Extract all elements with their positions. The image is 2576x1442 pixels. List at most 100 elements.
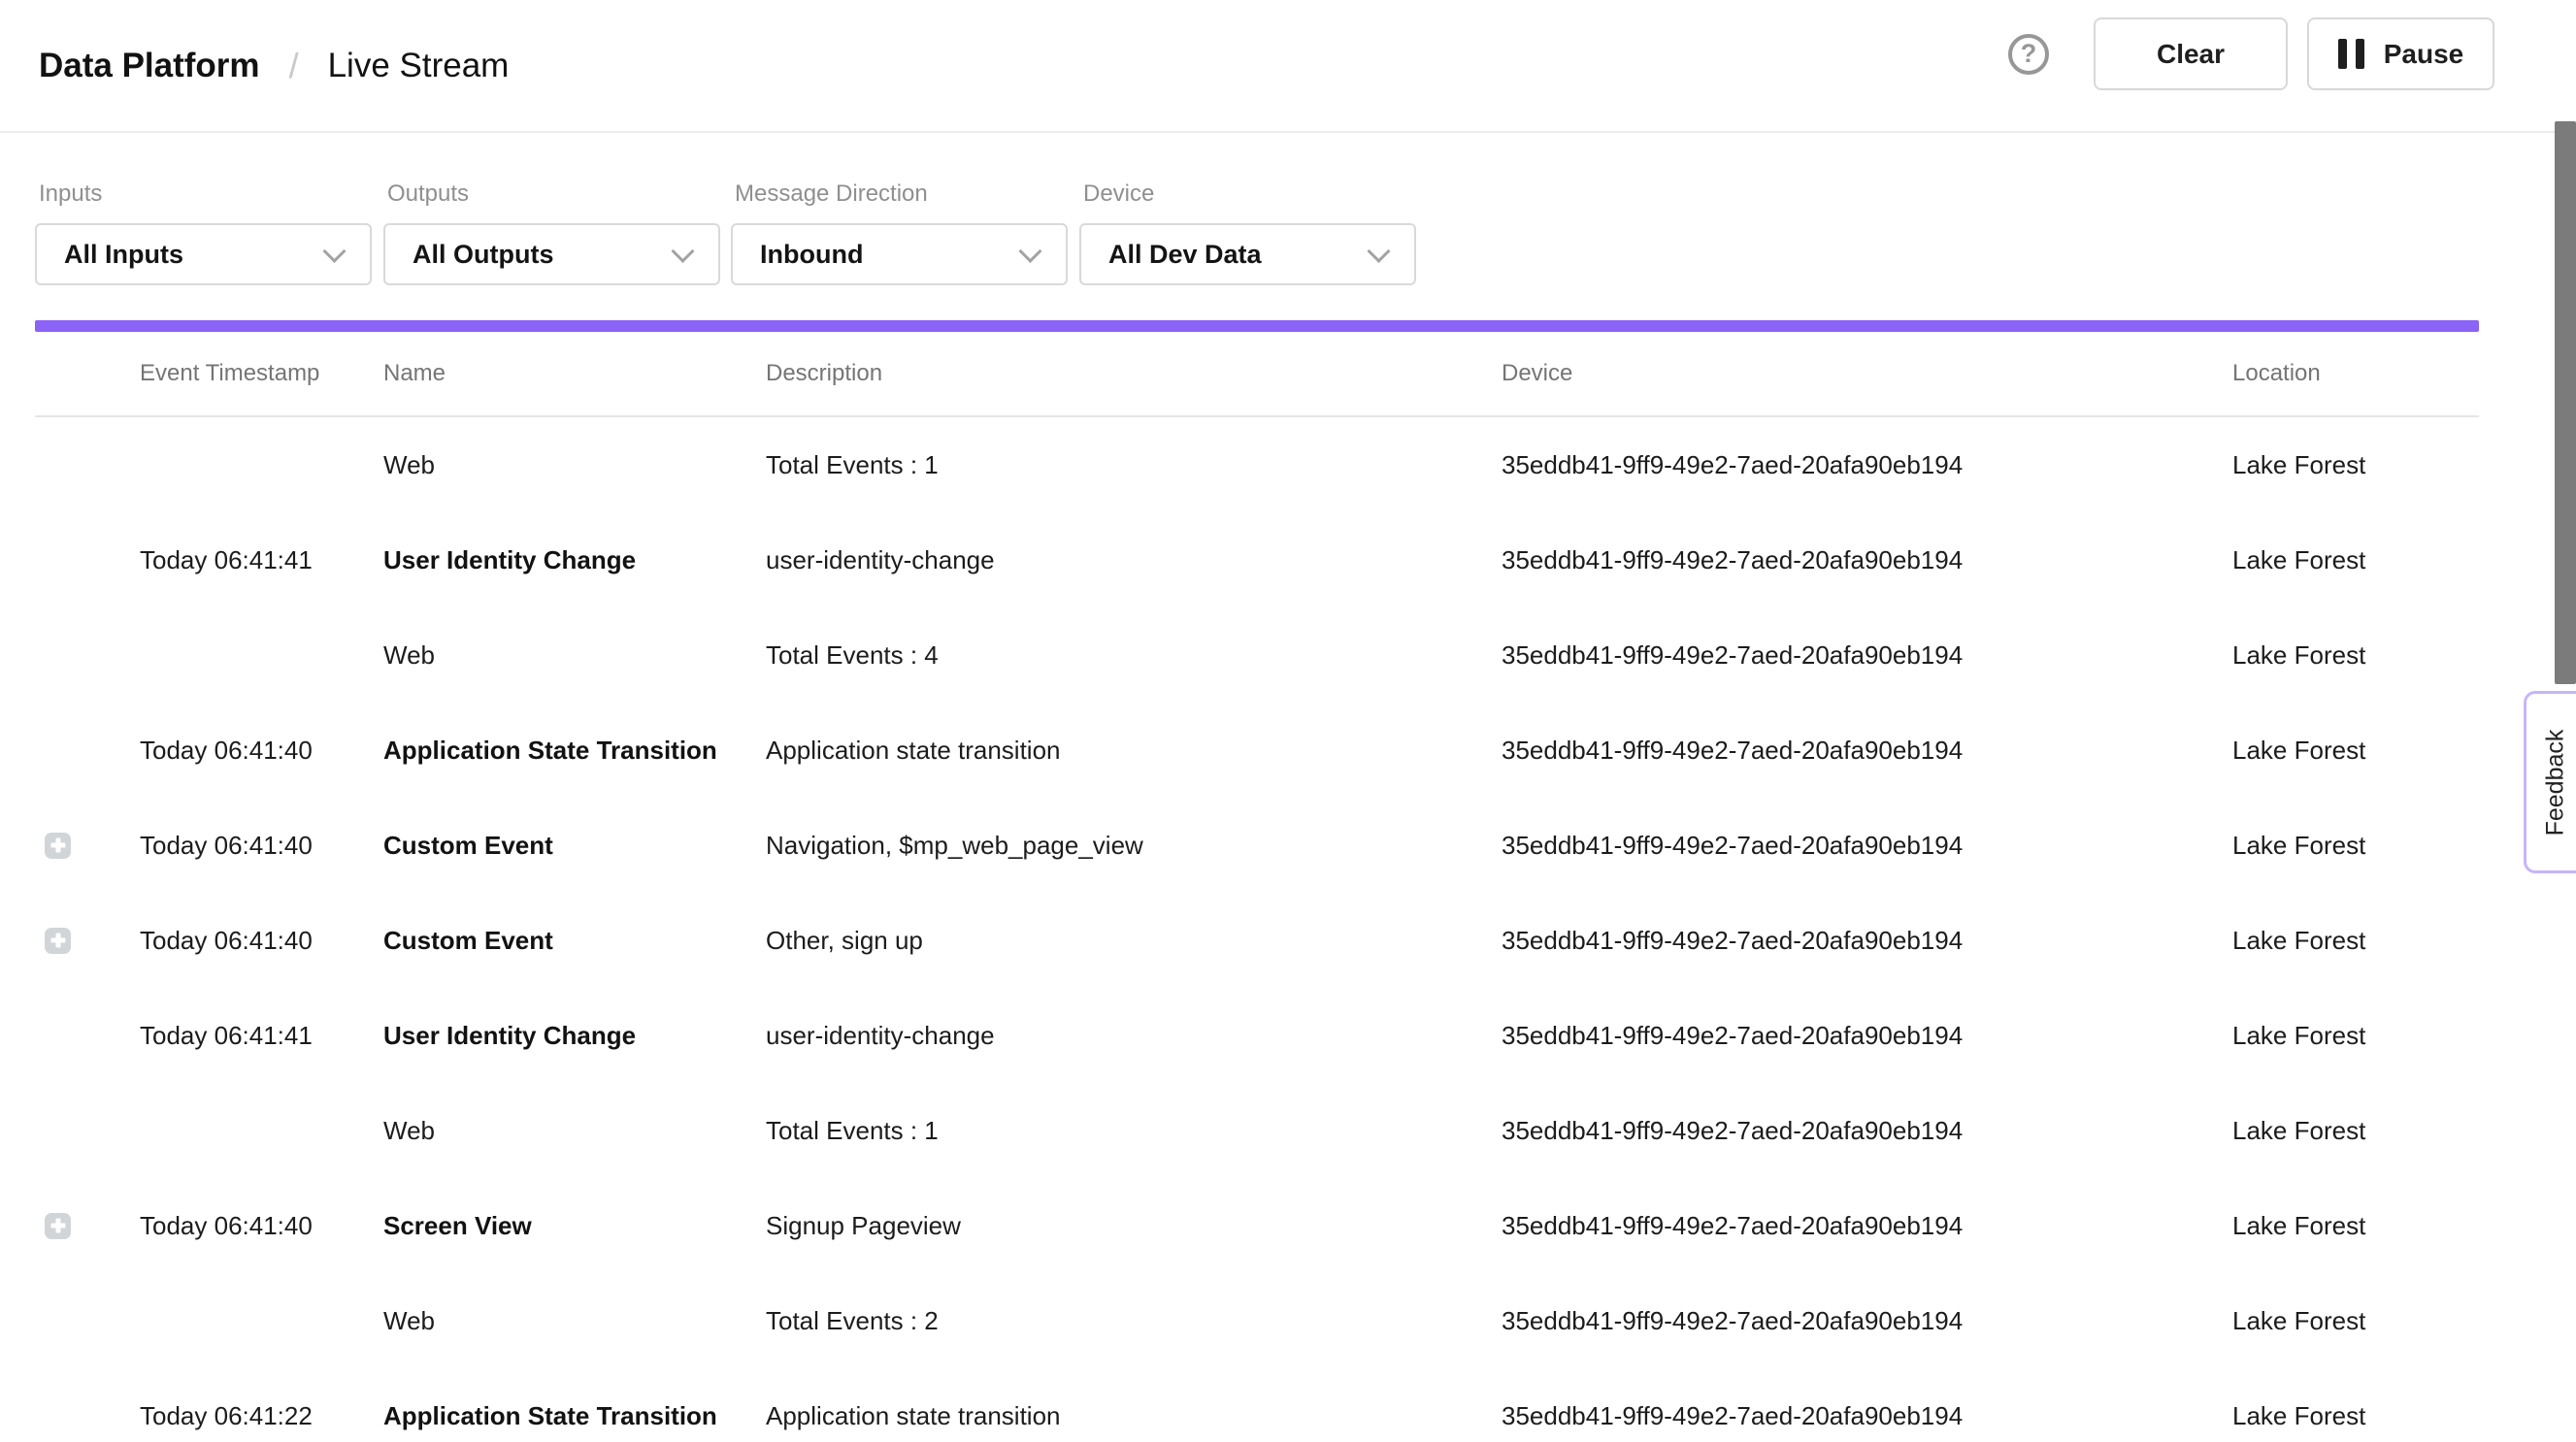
breadcrumb-current-page: Live Stream	[328, 47, 510, 85]
description-cell: Signup Pageview	[766, 1211, 1502, 1241]
outputs-dropdown-value: All Outputs	[413, 240, 553, 270]
timestamp-cell: Today 06:41:40	[140, 736, 383, 766]
expand-row-button[interactable]	[45, 1213, 71, 1239]
table-row[interactable]: WebTotal Events : 135eddb41-9ff9-49e2-7a…	[35, 417, 2479, 512]
location-cell: Lake Forest	[2232, 640, 2479, 671]
inputs-dropdown[interactable]: All Inputs	[35, 223, 372, 285]
device-dropdown[interactable]: All Dev Data	[1079, 223, 1416, 285]
table-row[interactable]: WebTotal Events : 235eddb41-9ff9-49e2-7a…	[35, 1273, 2479, 1368]
table-row[interactable]: Today 06:41:40Custom EventOther, sign up…	[35, 893, 2479, 988]
device-cell: 35eddb41-9ff9-49e2-7aed-20afa90eb194	[1502, 1401, 2232, 1431]
table-row[interactable]: WebTotal Events : 435eddb41-9ff9-49e2-7a…	[35, 607, 2479, 703]
timestamp-cell: Today 06:41:40	[140, 1211, 383, 1241]
device-dropdown-value: All Dev Data	[1108, 240, 1262, 270]
table-row[interactable]: Today 06:41:40Custom EventNavigation, $m…	[35, 798, 2479, 893]
description-cell: Other, sign up	[766, 926, 1502, 956]
name-cell: Web	[383, 640, 766, 671]
table-row[interactable]: Today 06:41:41User Identity Changeuser-i…	[35, 512, 2479, 607]
device-cell: 35eddb41-9ff9-49e2-7aed-20afa90eb194	[1502, 640, 2232, 671]
expand-row-button[interactable]	[45, 833, 71, 859]
chevron-down-icon	[1367, 240, 1390, 263]
expand-row-button[interactable]	[45, 928, 71, 954]
name-cell: User Identity Change	[383, 1021, 766, 1051]
timestamp-cell: Today 06:41:22	[140, 1401, 383, 1431]
description-cell: user-identity-change	[766, 545, 1502, 575]
outputs-dropdown[interactable]: All Outputs	[383, 223, 720, 285]
location-cell: Lake Forest	[2232, 545, 2479, 575]
location-cell: Lake Forest	[2232, 1306, 2479, 1336]
location-cell: Lake Forest	[2232, 1401, 2479, 1431]
table-row[interactable]: Today 06:41:41User Identity Changeuser-i…	[35, 988, 2479, 1083]
name-cell: Custom Event	[383, 926, 766, 956]
device-cell: 35eddb41-9ff9-49e2-7aed-20afa90eb194	[1502, 1116, 2232, 1146]
pause-button-label: Pause	[2384, 39, 2464, 70]
description-cell: Navigation, $mp_web_page_view	[766, 831, 1502, 861]
clear-button-label: Clear	[2157, 39, 2225, 70]
table-row[interactable]: WebTotal Events : 135eddb41-9ff9-49e2-7a…	[35, 1083, 2479, 1178]
vertical-scrollbar-thumb[interactable]	[2555, 121, 2576, 684]
column-header-device: Device	[1502, 360, 2232, 387]
message-direction-dropdown-value: Inbound	[760, 240, 863, 270]
timestamp-cell: Today 06:41:41	[140, 1021, 383, 1051]
chevron-down-icon	[1018, 240, 1041, 263]
description-cell: Total Events : 4	[766, 640, 1502, 671]
table-header: Event Timestamp Name Description Device …	[35, 332, 2479, 417]
table-row[interactable]: Today 06:41:22Application State Transiti…	[35, 1368, 2479, 1442]
event-table-rows: WebTotal Events : 135eddb41-9ff9-49e2-7a…	[35, 417, 2479, 1442]
timestamp-cell: Today 06:41:41	[140, 545, 383, 575]
pause-icon	[2338, 39, 2364, 69]
location-cell: Lake Forest	[2232, 1116, 2479, 1146]
device-cell: 35eddb41-9ff9-49e2-7aed-20afa90eb194	[1502, 736, 2232, 766]
name-cell: Custom Event	[383, 831, 766, 861]
pause-button[interactable]: Pause	[2307, 17, 2494, 90]
description-cell: Application state transition	[766, 736, 1502, 766]
device-cell: 35eddb41-9ff9-49e2-7aed-20afa90eb194	[1502, 1021, 2232, 1051]
location-cell: Lake Forest	[2232, 1211, 2479, 1241]
message-direction-dropdown[interactable]: Inbound	[731, 223, 1068, 285]
table-row[interactable]: Today 06:41:40Application State Transiti…	[35, 703, 2479, 798]
name-cell: User Identity Change	[383, 545, 766, 575]
timestamp-cell: Today 06:41:40	[140, 831, 383, 861]
column-header-location: Location	[2232, 360, 2479, 387]
feedback-tab-label: Feedback	[2541, 729, 2569, 836]
chevron-down-icon	[671, 240, 694, 263]
table-row[interactable]: Today 06:41:40Screen ViewSignup Pageview…	[35, 1178, 2479, 1273]
header-actions: ? Clear Pause	[2008, 17, 2494, 90]
breadcrumb-separator-icon: /	[289, 46, 299, 86]
message-direction-filter-label: Message Direction	[735, 180, 1068, 208]
event-table: Event Timestamp Name Description Device …	[35, 332, 2479, 1442]
page-header: Data Platform / Live Stream ? Clear Paus…	[0, 0, 2576, 133]
description-cell: Application state transition	[766, 1401, 1502, 1431]
breadcrumb: Data Platform / Live Stream	[39, 0, 509, 131]
breadcrumb-section[interactable]: Data Platform	[39, 47, 260, 85]
name-cell: Application State Transition	[383, 736, 766, 766]
name-cell: Web	[383, 450, 766, 480]
device-cell: 35eddb41-9ff9-49e2-7aed-20afa90eb194	[1502, 831, 2232, 861]
description-cell: Total Events : 1	[766, 1116, 1502, 1146]
column-header-name: Name	[383, 360, 766, 387]
help-icon[interactable]: ?	[2008, 34, 2049, 75]
location-cell: Lake Forest	[2232, 450, 2479, 480]
location-cell: Lake Forest	[2232, 926, 2479, 956]
expand-cell	[35, 1213, 140, 1239]
timestamp-cell: Today 06:41:40	[140, 926, 383, 956]
device-cell: 35eddb41-9ff9-49e2-7aed-20afa90eb194	[1502, 926, 2232, 956]
column-header-event-timestamp: Event Timestamp	[140, 360, 383, 387]
expand-cell	[35, 833, 140, 859]
inputs-dropdown-value: All Inputs	[64, 240, 183, 270]
device-cell: 35eddb41-9ff9-49e2-7aed-20afa90eb194	[1502, 450, 2232, 480]
device-cell: 35eddb41-9ff9-49e2-7aed-20afa90eb194	[1502, 1211, 2232, 1241]
location-cell: Lake Forest	[2232, 736, 2479, 766]
clear-button[interactable]: Clear	[2094, 17, 2288, 90]
filter-group-outputs: Outputs All Outputs	[383, 180, 720, 285]
name-cell: Web	[383, 1116, 766, 1146]
inputs-filter-label: Inputs	[39, 180, 372, 208]
description-cell: Total Events : 1	[766, 450, 1502, 480]
column-header-description: Description	[766, 360, 1502, 387]
device-cell: 35eddb41-9ff9-49e2-7aed-20afa90eb194	[1502, 1306, 2232, 1336]
device-cell: 35eddb41-9ff9-49e2-7aed-20afa90eb194	[1502, 545, 2232, 575]
device-filter-label: Device	[1083, 180, 1416, 208]
feedback-tab[interactable]: Feedback	[2524, 691, 2576, 873]
chevron-down-icon	[322, 240, 346, 263]
name-cell: Web	[383, 1306, 766, 1336]
